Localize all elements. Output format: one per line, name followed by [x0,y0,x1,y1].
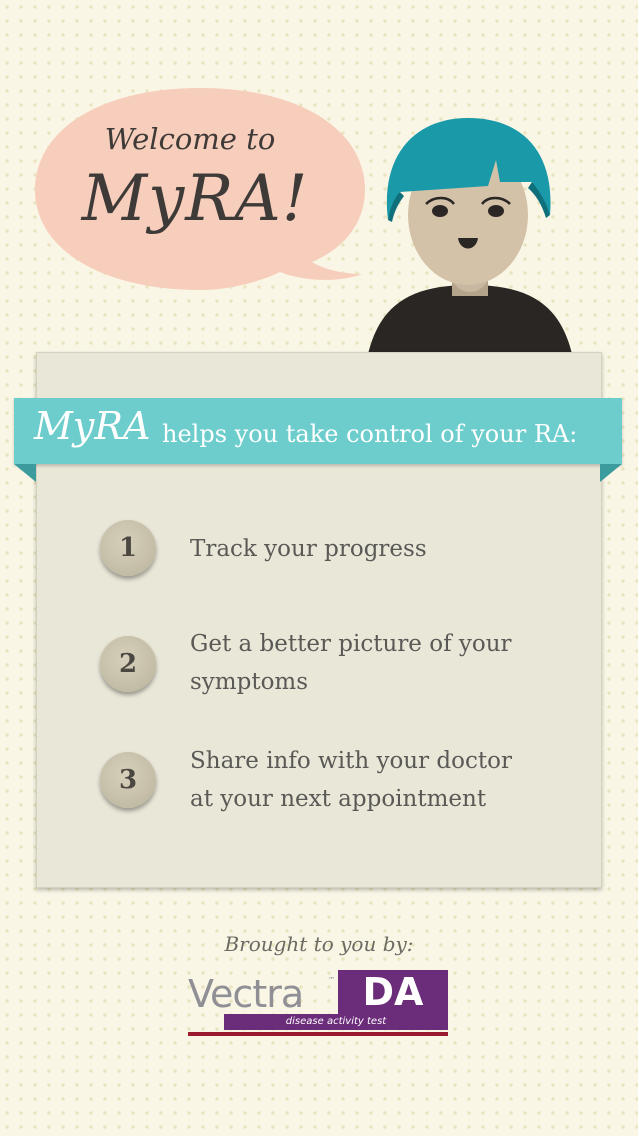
step-2-badge: 2 [100,636,156,692]
step-3-number: 3 [118,765,138,795]
step-1-text: Track your progress [190,530,570,568]
ribbon-app-logo: MyRA [34,404,151,448]
ribbon-fold-left [14,464,36,482]
step-3-badge: 3 [100,752,156,808]
ribbon-tagline: helps you take control of your RA: [162,420,578,448]
ribbon-fold-right [600,464,622,482]
logo-wordmark: Vectra [188,972,304,1016]
logo-trademark: ™ [328,976,335,984]
logo-badge-text: DA [362,970,424,1014]
step-1-line1: Track your progress [190,536,427,562]
step-3-text: Share info with your doctor at your next… [190,742,570,818]
sponsor-credit: Brought to you by: [224,932,414,956]
welcome-heading: Welcome to [104,122,276,156]
step-3-line1: Share info with your doctor [190,748,512,774]
step-2-text: Get a better picture of your symptoms [190,625,570,701]
logo-underline [188,1032,448,1036]
step-1-badge: 1 [100,520,156,576]
app-title: MyRA! [81,162,309,236]
step-1-number: 1 [118,533,138,563]
step-2-line1: Get a better picture of your [190,631,512,657]
logo-tagline: disease activity test [285,1016,387,1027]
vectra-da-logo[interactable]: Vectra ™ DA disease activity test [188,970,450,1040]
step-3-line2: at your next appointment [190,786,487,812]
step-2-number: 2 [118,649,138,679]
step-2-line2: symptoms [190,669,309,695]
character-illustration [368,118,572,354]
